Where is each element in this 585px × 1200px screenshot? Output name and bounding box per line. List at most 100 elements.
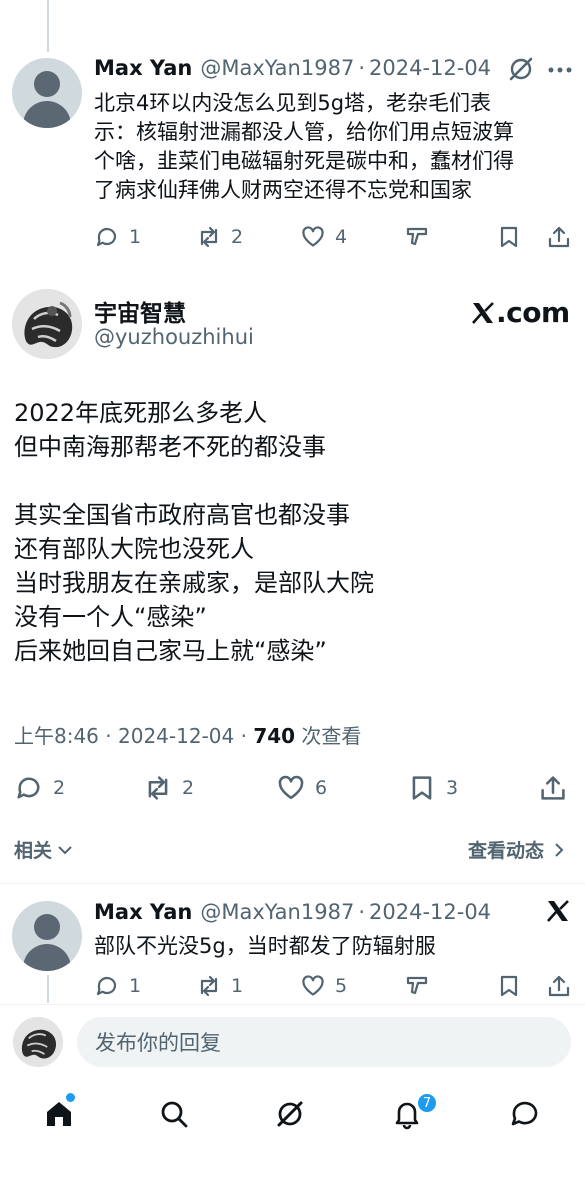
grok-analyze-button[interactable] bbox=[404, 224, 430, 250]
repost-count: 2 bbox=[231, 226, 244, 248]
avatar-maxyan-reply[interactable] bbox=[12, 901, 82, 971]
home-icon[interactable] bbox=[43, 1098, 75, 1130]
main-repost-button[interactable]: 2 bbox=[143, 773, 194, 803]
main-reply-button[interactable]: 2 bbox=[14, 773, 65, 803]
main-text-line: 还有部队大院也没死人 bbox=[14, 535, 254, 563]
tweet2-header: Max Yan @MaxYan1987 · 2024-12-04 bbox=[94, 900, 491, 924]
search-icon[interactable] bbox=[158, 1098, 190, 1130]
main-share-button[interactable] bbox=[538, 773, 568, 803]
reply-icon bbox=[96, 976, 117, 996]
x-logo-icon bbox=[472, 301, 494, 324]
bookmark-count: 3 bbox=[446, 777, 459, 799]
repost-button[interactable]: 1 bbox=[196, 973, 243, 999]
bookmark-icon bbox=[412, 776, 432, 800]
tweet-meta: 上午8:46 · 2024-12-04 · 740 次查看 bbox=[14, 720, 361, 749]
tweet1-header: Max Yan @MaxYan1987 · 2024-12-04 bbox=[94, 56, 491, 80]
main-author-name[interactable]: 宇宙智慧 bbox=[94, 294, 186, 328]
repost-icon bbox=[200, 975, 218, 997]
author-handle[interactable]: @MaxYan1987 bbox=[200, 56, 354, 80]
bookmark-button[interactable] bbox=[496, 224, 522, 250]
share-icon bbox=[541, 776, 565, 800]
post-time: 上午8:46 bbox=[14, 724, 99, 748]
grok-icon[interactable] bbox=[274, 1098, 306, 1130]
tweet1-line: 示：核辐射泄漏都没人管，给你们用点短波算 bbox=[94, 120, 514, 144]
like-count: 6 bbox=[315, 777, 328, 799]
notifications-badge: 7 bbox=[416, 1092, 438, 1114]
x-logo-icon bbox=[545, 898, 571, 924]
reply-input[interactable]: 发布你的回复 bbox=[77, 1017, 571, 1067]
like-button[interactable]: 5 bbox=[300, 973, 347, 999]
like-count: 5 bbox=[335, 975, 348, 997]
related-toggle[interactable]: 相关 bbox=[14, 836, 74, 863]
author-handle[interactable]: @MaxYan1987 bbox=[200, 900, 354, 924]
watermark-text: .com bbox=[496, 296, 570, 329]
main-bookmark-button[interactable]: 3 bbox=[407, 773, 458, 803]
reply-button[interactable]: 1 bbox=[94, 224, 141, 250]
share-button[interactable] bbox=[546, 973, 572, 999]
reply-count: 1 bbox=[129, 226, 142, 248]
main-text-line: 其实全国省市政府高官也都没事 bbox=[14, 501, 350, 529]
reply-button[interactable]: 1 bbox=[94, 973, 141, 999]
reply-icon bbox=[96, 227, 117, 247]
tweet-date[interactable]: 2024-12-04 bbox=[369, 56, 491, 80]
main-text-line: 后来她回自己家马上就“感染” bbox=[14, 637, 327, 665]
tweet1-line: 北京4环以内没怎么见到5g塔，老杂毛们表 bbox=[94, 91, 492, 115]
main-text-line: 但中南海那帮老不死的都没事 bbox=[14, 433, 326, 461]
main-text-line: 2022年底死那么多老人 bbox=[14, 399, 268, 427]
views-count: 740 bbox=[253, 724, 296, 748]
tweet1-text: 北京4环以内没怎么见到5g塔，老杂毛们表 示：核辐射泄漏都没人管，给你们用点短波… bbox=[94, 89, 514, 205]
tweet1-line: 了病求仙拜佛人财两空还得不忘党和国家 bbox=[94, 178, 472, 202]
grok-analyze-button[interactable] bbox=[404, 973, 430, 999]
tweet1-line: 个啥，韭菜们电磁辐射死是碳中和，蠢材们得 bbox=[94, 149, 514, 173]
divider bbox=[0, 1004, 585, 1005]
main-author-handle[interactable]: @yuzhouzhihui bbox=[94, 325, 254, 349]
reply-count: 1 bbox=[129, 975, 142, 997]
grok-thumb-icon bbox=[406, 227, 428, 246]
avatar-maxyan[interactable] bbox=[12, 58, 82, 128]
reply-placeholder: 发布你的回复 bbox=[95, 1031, 221, 1055]
x-watermark: .com bbox=[470, 296, 570, 329]
repost-button[interactable]: 2 bbox=[196, 224, 243, 250]
main-like-button[interactable]: 6 bbox=[276, 773, 327, 803]
views-label: 次查看 bbox=[301, 724, 362, 748]
repost-count: 1 bbox=[231, 975, 244, 997]
more-options-icon[interactable] bbox=[548, 67, 572, 73]
share-button[interactable] bbox=[546, 224, 572, 250]
separator-dot: · bbox=[234, 724, 254, 748]
author-name[interactable]: Max Yan bbox=[94, 56, 192, 80]
grok-icon[interactable] bbox=[507, 55, 535, 83]
chevron-right-icon bbox=[555, 842, 564, 857]
thread-line-top bbox=[47, 0, 49, 52]
share-icon bbox=[548, 226, 570, 248]
heart-icon bbox=[302, 226, 324, 247]
reply-count: 2 bbox=[53, 777, 66, 799]
reply-icon bbox=[17, 777, 40, 799]
post-date: 2024-12-04 bbox=[118, 724, 235, 748]
bookmark-icon bbox=[500, 226, 518, 248]
composer-avatar[interactable] bbox=[13, 1017, 63, 1067]
heart-icon bbox=[278, 775, 304, 800]
grok-thumb-icon bbox=[406, 976, 428, 995]
bookmark-icon bbox=[500, 975, 518, 997]
main-tweet-text: 2022年底死那么多老人 但中南海那帮老不死的都没事 其实全国省市政府高官也都没… bbox=[14, 396, 374, 668]
divider bbox=[0, 883, 585, 884]
separator-dot: · bbox=[358, 900, 365, 924]
tweet2-text: 部队不光没5g，当时都发了防辐射服 bbox=[94, 934, 436, 958]
repost-count: 2 bbox=[182, 777, 195, 799]
messages-icon[interactable] bbox=[509, 1098, 541, 1130]
like-count: 4 bbox=[335, 226, 348, 248]
author-name[interactable]: Max Yan bbox=[94, 900, 192, 924]
tweet-date[interactable]: 2024-12-04 bbox=[369, 900, 491, 924]
separator-dot: · bbox=[98, 724, 118, 748]
view-activity-link[interactable]: 查看动态 bbox=[468, 836, 568, 863]
repost-icon bbox=[148, 776, 168, 800]
activity-label: 查看动态 bbox=[468, 840, 545, 862]
like-button[interactable]: 4 bbox=[300, 224, 347, 250]
avatar-yuzhou[interactable] bbox=[12, 289, 82, 359]
bookmark-button[interactable] bbox=[496, 973, 522, 999]
share-icon bbox=[548, 975, 570, 997]
heart-icon bbox=[302, 975, 324, 996]
main-text-line: 没有一个人“感染” bbox=[14, 603, 207, 631]
chevron-down-icon bbox=[58, 845, 72, 854]
related-label: 相关 bbox=[14, 840, 53, 862]
